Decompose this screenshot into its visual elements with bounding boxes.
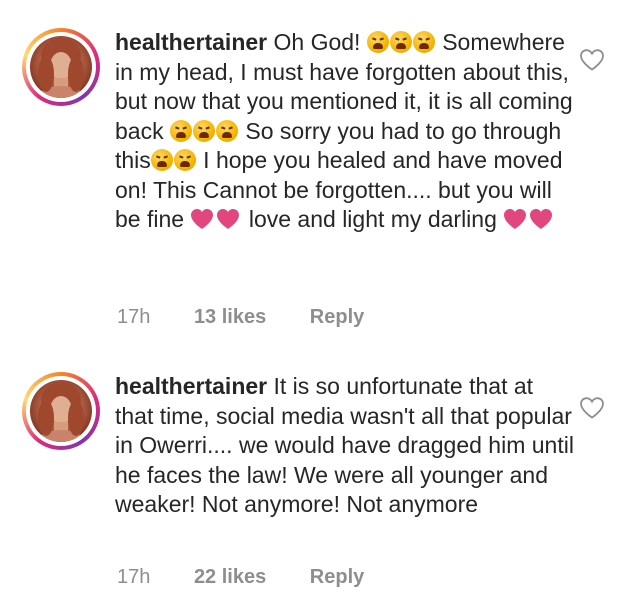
avatar[interactable] [22,372,100,450]
timestamp: 17h [117,306,151,328]
reply-button[interactable]: Reply [310,306,364,328]
heart-emoji-icon [191,209,214,229]
crying-face-icon [215,119,238,142]
heart-emoji-icon [217,209,240,229]
comment-text: Oh God! [273,29,367,55]
avatar[interactable] [22,28,100,106]
heart-outline-icon[interactable] [579,48,605,72]
comment-body: healthertainer Oh God! Somewhere in my h… [115,28,575,235]
crying-face-icon [366,31,389,53]
comment-text: love and light my darling [242,206,504,232]
likes-count[interactable]: 13 likes [194,306,266,328]
heart-emoji-icon [530,209,553,229]
crying-face-icon [389,31,412,53]
comment-meta: 17h 22 likes Reply [117,566,402,589]
crying-face-icon [192,119,215,142]
crying-face-icon [173,149,196,171]
heart-emoji-icon [504,209,527,229]
crying-face-icon [412,31,435,53]
crying-face-icon [150,149,173,171]
heart-outline-icon[interactable] [579,396,605,420]
username[interactable]: healthertainer [115,373,267,399]
crying-face-icon [169,119,192,142]
comment-body: healthertainer It is so unfortunate that… [115,372,575,520]
likes-count[interactable]: 22 likes [194,566,266,588]
comment-meta: 17h 13 likes Reply [117,306,402,329]
username[interactable]: healthertainer [115,29,267,55]
reply-button[interactable]: Reply [310,566,364,588]
timestamp: 17h [117,566,151,588]
